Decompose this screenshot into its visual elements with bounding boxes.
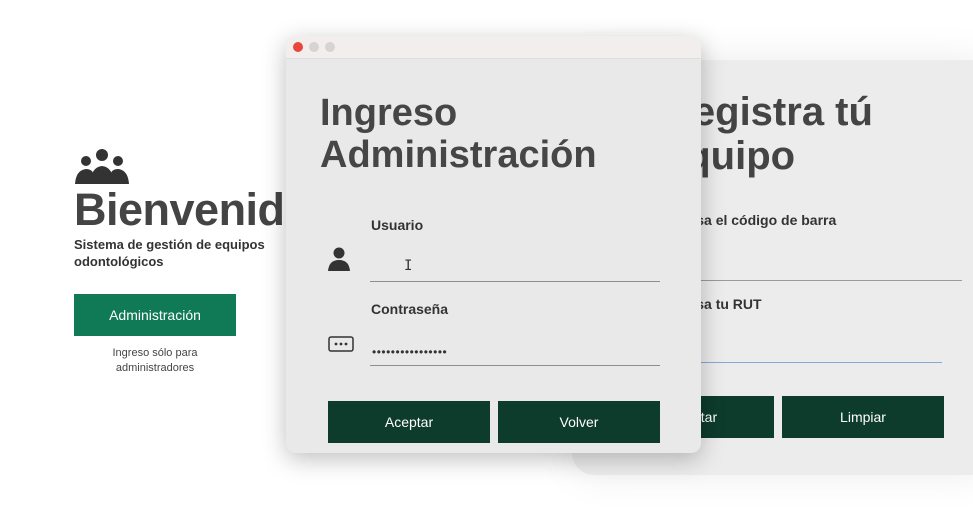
password-icon	[328, 336, 354, 352]
app-stage: Bienvenido Sistema de gestión de equipos…	[0, 0, 973, 511]
username-label: Usuario	[371, 217, 424, 233]
welcome-subtitle: Sistema de gestión de equipos odontológi…	[74, 237, 265, 269]
minimize-window-button[interactable]	[309, 42, 319, 52]
back-button[interactable]: Volver	[498, 401, 660, 443]
accept-button[interactable]: Aceptar	[328, 401, 490, 443]
password-label: Contraseña	[371, 301, 449, 317]
admin-login-dialog: Ingreso Administración Usuario I Contras…	[286, 36, 701, 453]
clear-button[interactable]: Limpiar	[782, 396, 944, 438]
password-input[interactable]: ••••••••••••••••	[370, 342, 660, 366]
dialog-title-line1: Ingreso	[320, 92, 458, 134]
admin-note: Ingreso sólo para administradores	[112, 347, 198, 374]
administration-button[interactable]: Administración	[74, 294, 236, 336]
dialog-title-line2: Administración	[320, 134, 597, 176]
username-input[interactable]	[370, 258, 660, 282]
barcode-input[interactable]	[662, 280, 962, 281]
rut-input[interactable]	[662, 362, 942, 363]
maximize-window-button[interactable]	[325, 42, 335, 52]
dialog-title: Ingreso Administración	[320, 92, 597, 176]
users-icon	[75, 149, 129, 184]
text-cursor: I	[404, 258, 413, 274]
close-window-button[interactable]	[293, 42, 303, 52]
dialog-titlebar[interactable]	[286, 36, 701, 59]
welcome-title: Bienvenido	[74, 184, 312, 235]
user-icon	[328, 247, 350, 271]
